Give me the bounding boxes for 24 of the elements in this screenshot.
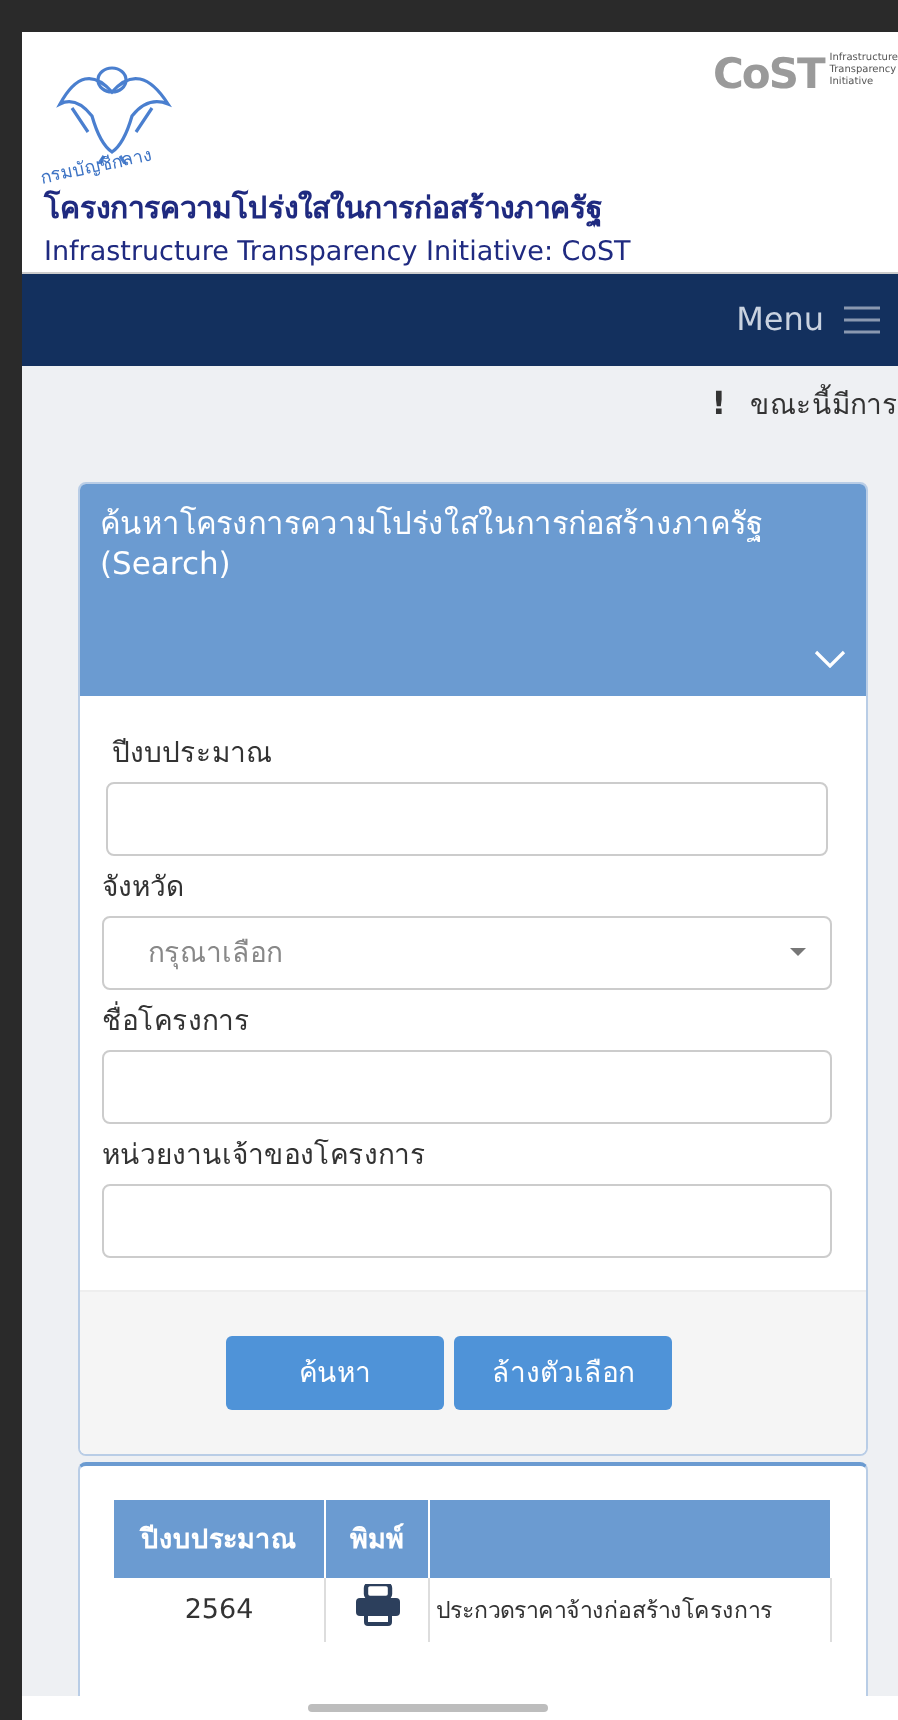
clear-button[interactable]: ล้างตัวเลือก [454, 1335, 672, 1410]
site-title: โครงการความโปร่งใสในการก่อสร้างภาครัฐ [44, 188, 604, 232]
printer-icon[interactable] [355, 1584, 399, 1627]
column-header: ปีงบประมาณ [114, 1499, 325, 1578]
text-field[interactable] [102, 1183, 832, 1258]
field-label: จังหวัด [102, 869, 186, 906]
menu-icon [844, 303, 880, 336]
exclamation-icon: ! [711, 384, 726, 423]
column-header: พิมพ์ [325, 1499, 429, 1578]
text-field[interactable] [106, 781, 828, 856]
site-subtitle: Infrastructure Transparency Initiative: CoST [44, 236, 633, 268]
search-button[interactable]: ค้นหา [226, 1335, 444, 1410]
chevron-down-icon[interactable] [814, 649, 846, 668]
notice-text: ขณะนี้มีการ [750, 381, 898, 426]
project-name-cell: ประกวดราคาจ้างก่อสร้างโครงการ [429, 1577, 831, 1642]
menu-link[interactable]: Menu [736, 300, 824, 339]
province-dropdown[interactable]: กรุณาเลือก [102, 915, 832, 990]
field-label: ปีงบประมาณ [112, 735, 274, 772]
panel-title: ค้นหาโครงการความโปร่งใสในการก่อสร้างภาครัฐ (Search) [100, 503, 766, 584]
field-label: หน่วยงานเจ้าของโครงการ [102, 1137, 428, 1174]
field-label: ชื่อโครงการ [102, 1003, 252, 1040]
text-field[interactable] [102, 1049, 832, 1124]
caret-icon [790, 948, 806, 957]
year-cell: 2564 [114, 1577, 325, 1642]
